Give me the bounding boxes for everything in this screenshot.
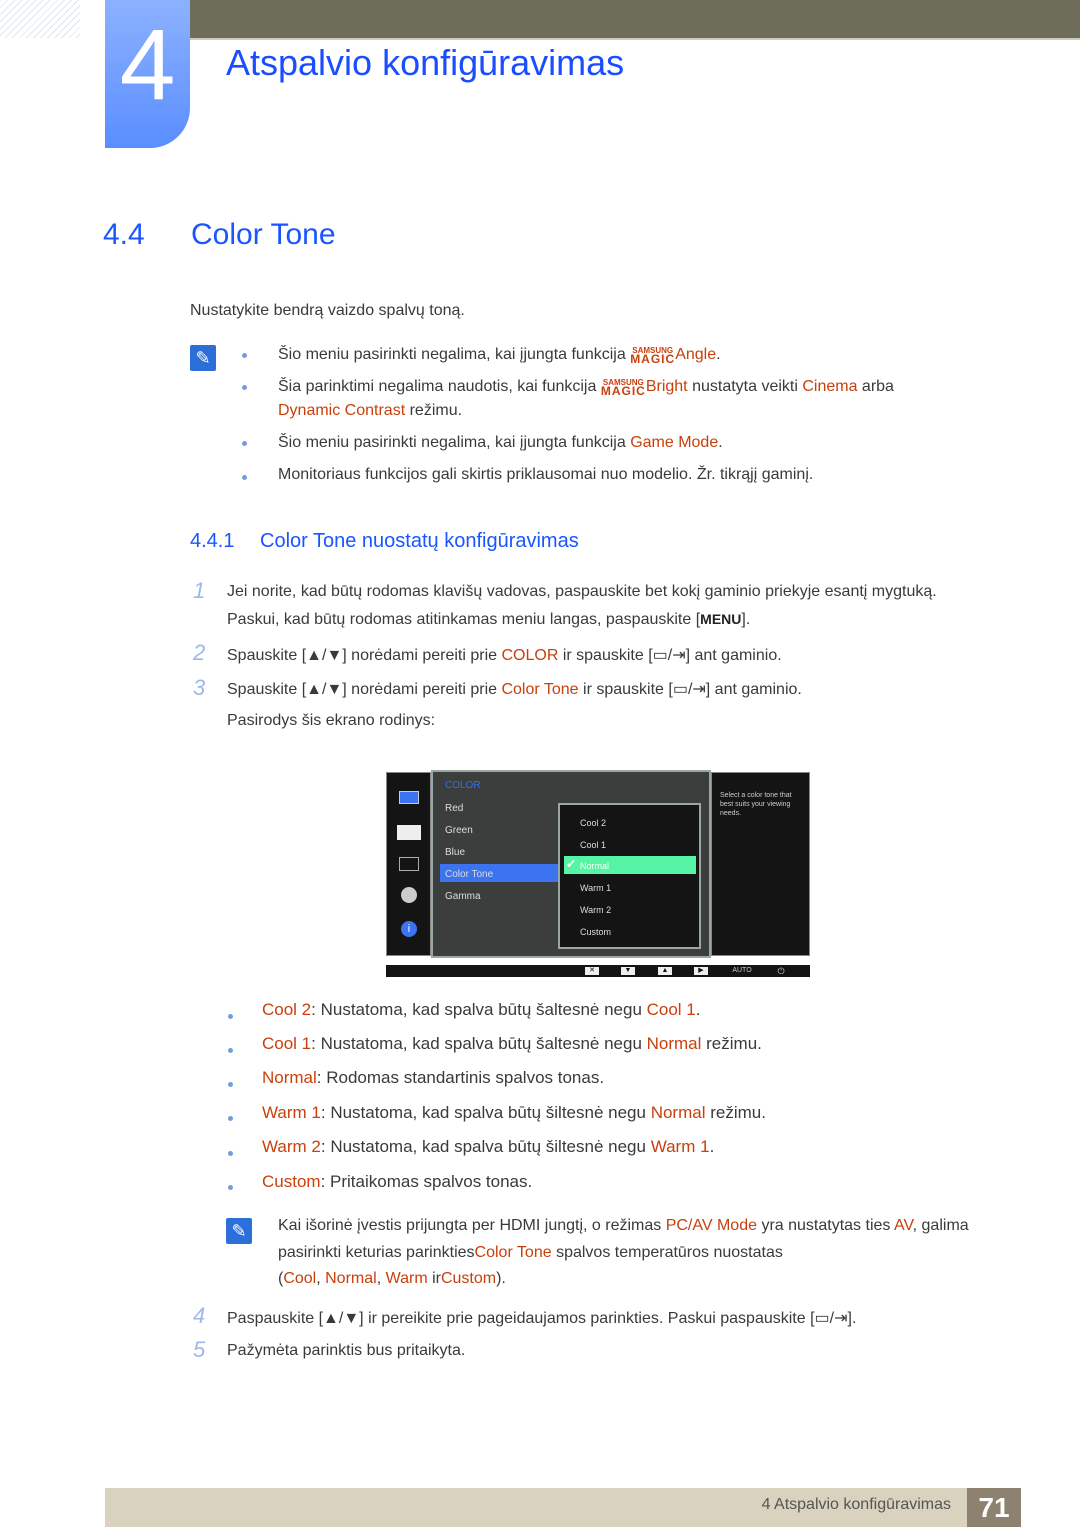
- close-button[interactable]: ✕: [585, 967, 599, 975]
- chapter-title: Atspalvio konfigūravimas: [226, 42, 625, 83]
- bullet-icon: [242, 385, 247, 390]
- size-position-icon: [399, 857, 419, 871]
- enter-button[interactable]: ▶: [694, 967, 708, 975]
- bullet-icon: [228, 1014, 233, 1019]
- check-icon: ✔: [566, 857, 577, 871]
- osd-icon-column: i: [386, 772, 431, 956]
- step-number: 1: [193, 578, 206, 603]
- step-number: 5: [193, 1337, 206, 1362]
- subsection-heading: 4.4.1 Color Tone nuostatų konfigūravimas: [190, 530, 579, 552]
- osd-help-panel: Select a color tone that best suits your…: [711, 772, 810, 956]
- page-footer: 4 Atspalvio konfigūravimas 71: [105, 1488, 1021, 1527]
- osd-menu-item[interactable]: Blue: [445, 847, 465, 858]
- note-icon: ✎: [226, 1218, 252, 1244]
- bullet-icon: [228, 1048, 233, 1053]
- section-heading: 4.4 Color Tone: [103, 218, 336, 252]
- step-number: 2: [193, 640, 206, 665]
- bullet-icon: [228, 1151, 233, 1156]
- note-item: Šio meniu pasirinkti negalima, kai įjung…: [278, 434, 723, 451]
- note-text: Kai išorinė įvestis prijungta per HDMI j…: [278, 1217, 969, 1234]
- step-text: Jei norite, kad būtų rodomas klavišų vad…: [227, 583, 937, 600]
- osd-submenu-item[interactable]: Warm 2: [580, 905, 611, 915]
- auto-button[interactable]: AUTO: [730, 967, 754, 975]
- osd-menu-item-selected[interactable]: Color Tone: [445, 869, 493, 880]
- osd-submenu-item-selected[interactable]: Normal: [580, 861, 609, 871]
- note-icon: ✎: [190, 345, 216, 371]
- osd-help-text: Select a color tone that best suits your…: [720, 792, 792, 817]
- osd-submenu-item[interactable]: Cool 2: [580, 818, 606, 828]
- osd-submenu-item[interactable]: Cool 1: [580, 840, 606, 850]
- step-text: Paspauskite [▲/▼] ir pereikite prie page…: [227, 1310, 857, 1327]
- header-bar: [190, 0, 1080, 38]
- bullet-icon: [242, 441, 247, 446]
- samsung-magic-logo: SAMSUNG MAGIC: [630, 345, 676, 366]
- info-icon: i: [401, 921, 417, 937]
- osd-submenu: ✔ Cool 2 Cool 1 Normal Warm 1 Warm 2 Cus…: [558, 803, 701, 949]
- step-number: 3: [193, 675, 206, 700]
- option-item: Normal: Rodomas standartinis spalvos ton…: [262, 1068, 605, 1087]
- note-item: Šia parinktimi negalima naudotis, kai fu…: [278, 377, 894, 398]
- note-text: pasirinkti keturias parinktiesColor Tone…: [278, 1244, 783, 1261]
- chapter-number-tab: 4: [105, 0, 190, 148]
- header-line: [190, 38, 1080, 40]
- osd-submenu-item[interactable]: Custom: [580, 927, 611, 937]
- footer-chapter: 4 Atspalvio konfigūravimas: [761, 1496, 951, 1513]
- osd-menu-item[interactable]: Green: [445, 825, 473, 836]
- osd-submenu-item[interactable]: Warm 1: [580, 883, 611, 893]
- section-title: Color Tone: [191, 218, 336, 251]
- step-text: Pažymėta parinktis bus pritaikyta.: [227, 1342, 466, 1359]
- bullet-icon: [228, 1082, 233, 1087]
- section-number: 4.4: [103, 218, 145, 251]
- bullet-icon: [228, 1116, 233, 1121]
- bullet-icon: [228, 1185, 233, 1190]
- option-item: Custom: Pritaikomas spalvos tonas.: [262, 1172, 533, 1191]
- step-text: Spauskite [▲/▼] norėdami pereiti prie Co…: [227, 681, 802, 698]
- option-item: Warm 1: Nustatoma, kad spalva būtų šilte…: [262, 1103, 766, 1122]
- page-number: 71: [967, 1488, 1021, 1527]
- menu-key: MENU: [700, 611, 742, 627]
- note-text: (Cool, Normal, Warm irCustom).: [278, 1270, 506, 1287]
- step-text: Pasirodys šis ekrano rodinys:: [227, 712, 436, 729]
- step-number: 4: [193, 1303, 206, 1328]
- step-text: Paskui, kad būtų rodomas atitinkamas men…: [227, 611, 751, 628]
- note-item: Šio meniu pasirinkti negalima, kai įjung…: [278, 345, 721, 366]
- down-button[interactable]: ▼: [621, 967, 635, 975]
- setup-gear-icon: [401, 887, 417, 903]
- color-icon: [397, 825, 421, 840]
- option-item: Warm 2: Nustatoma, kad spalva būtų šilte…: [262, 1137, 715, 1156]
- intro-text: Nustatykite bendrą vaizdo spalvų toną.: [190, 302, 465, 319]
- osd-menu-item[interactable]: Gamma: [445, 891, 481, 902]
- step-text: Spauskite [▲/▼] norėdami pereiti prie CO…: [227, 647, 782, 664]
- note-item: Monitoriaus funkcijos gali skirtis prikl…: [278, 466, 814, 483]
- bullet-icon: [242, 353, 247, 358]
- option-item: Cool 1: Nustatoma, kad spalva būtų šalte…: [262, 1034, 762, 1053]
- note-item-cont: Dynamic Contrast režimu.: [278, 402, 463, 419]
- power-icon[interactable]: ⏻: [774, 967, 788, 976]
- osd-menu-item[interactable]: Red: [445, 803, 463, 814]
- header-hatch: [0, 0, 80, 38]
- up-button[interactable]: ▲: [658, 967, 672, 975]
- osd-button-bar: ✕ ▼ ▲ ▶ AUTO ⏻: [386, 965, 810, 977]
- bullet-icon: [242, 475, 247, 480]
- osd-menu-title: COLOR: [445, 780, 481, 791]
- option-item: Cool 2: Nustatoma, kad spalva būtų šalte…: [262, 1000, 701, 1019]
- picture-icon: [399, 791, 419, 804]
- samsung-magic-logo: SAMSUNG MAGIC: [600, 377, 646, 398]
- osd-color-menu: COLOR Red Green Blue Color Tone Gamma ✔ …: [431, 770, 711, 958]
